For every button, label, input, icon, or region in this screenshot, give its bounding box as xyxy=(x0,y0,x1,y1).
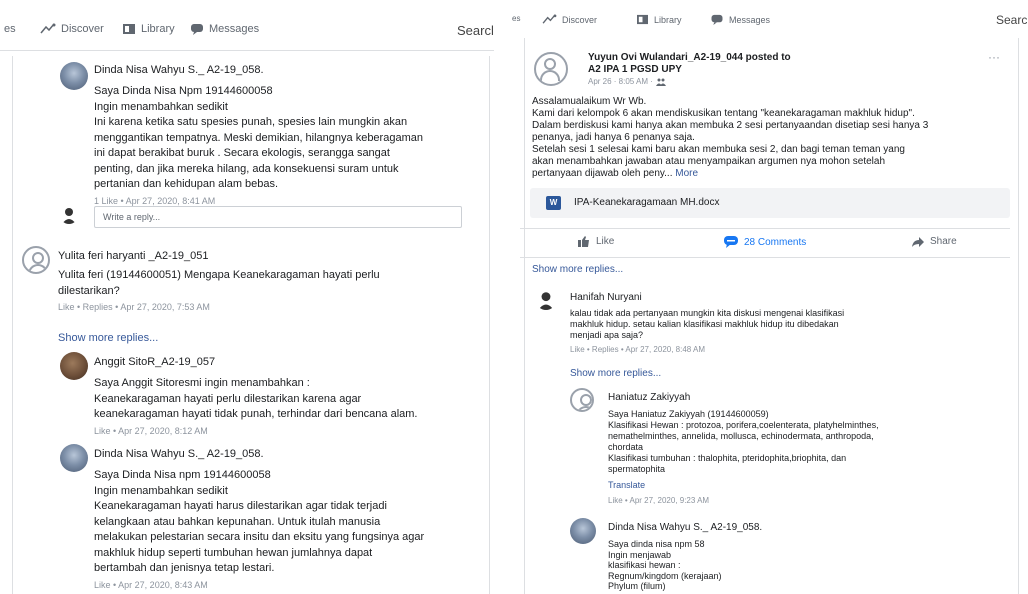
post-author-avatar[interactable] xyxy=(534,52,568,86)
search-box[interactable]: Searc xyxy=(996,13,1027,27)
nav-truncated-item[interactable]: es xyxy=(512,14,520,23)
user-avatar xyxy=(60,206,78,224)
post-date[interactable]: Apr 26 · 8:05 AM · xyxy=(588,77,653,86)
right-screenshot-panel: es Discover Library Messages Searc Yuyun… xyxy=(510,0,1028,594)
discover-icon xyxy=(40,23,56,34)
post-text: Assalamualaikum Wr Wb. Kami dari kelompo… xyxy=(532,96,929,179)
comment-text: kalau tidak ada pertanyaan mungkin kita … xyxy=(570,308,845,340)
default-avatar-icon[interactable] xyxy=(22,246,50,274)
show-more-replies-link[interactable]: Show more replies... xyxy=(570,368,661,379)
gutter xyxy=(494,0,510,594)
avatar[interactable] xyxy=(570,518,596,544)
nav-messages[interactable]: Messages xyxy=(710,14,770,25)
comment-meta[interactable]: Like • Apr 27, 2020, 9:23 AM xyxy=(608,496,1008,505)
comment-meta[interactable]: Like • Replies • Apr 27, 2020, 8:48 AM xyxy=(570,345,1000,354)
right-divider xyxy=(1018,38,1019,594)
post-more-link[interactable]: More xyxy=(675,168,698,179)
post-group[interactable]: A2 IPA 1 PGSD UPY xyxy=(588,64,682,75)
left-screenshot-panel: es Discover Library Messages Searcl Dind… xyxy=(0,0,494,594)
library-icon xyxy=(123,24,135,34)
reply-comment: Anggit SitoR_A2-19_057 Saya Anggit Sitor… xyxy=(94,356,484,436)
nav-discover[interactable]: Discover xyxy=(40,23,104,35)
comments-label: 28 Comments xyxy=(744,236,807,248)
search-box[interactable]: Searcl xyxy=(457,23,494,38)
comment-meta[interactable]: Like • Replies • Apr 27, 2020, 7:53 AM xyxy=(58,302,478,312)
like-label: Like xyxy=(596,236,615,247)
avatar[interactable] xyxy=(60,444,88,472)
comment-text: Saya Dinda Nisa Npm 19144600058 Ingin me… xyxy=(94,85,423,190)
left-divider xyxy=(524,38,525,594)
attachment-name: IPA-Keanekaragamaan MH.docx xyxy=(574,197,720,208)
comment-author[interactable]: Dinda Nisa Wahyu S._ A2-19_058. xyxy=(608,522,1008,533)
left-divider xyxy=(12,56,13,594)
avatar[interactable] xyxy=(60,352,88,380)
reply-comment: Dinda Nisa Wahyu S._ A2-19_058. Saya Din… xyxy=(94,448,484,590)
comment-meta[interactable]: Like • Apr 27, 2020, 8:12 AM xyxy=(94,426,484,436)
comment-author[interactable]: Dinda Nisa Wahyu S._ A2-19_058. xyxy=(94,64,484,76)
user-silhouette-icon xyxy=(62,208,76,224)
discover-icon xyxy=(542,14,557,24)
comment-text: Saya Haniatuz Zakiyyah (19144600059) Kla… xyxy=(608,409,879,474)
default-avatar-icon[interactable] xyxy=(570,388,594,412)
post-options-icon[interactable]: ··· xyxy=(988,50,1000,64)
nav-library-label: Library xyxy=(141,23,175,35)
nav-messages[interactable]: Messages xyxy=(190,23,259,35)
post-actions-bar: Like 28 Comments Share xyxy=(520,228,1010,258)
reply-input[interactable]: Write a reply... xyxy=(94,206,462,228)
top-nav: es Discover Library Messages Searc xyxy=(510,0,1028,38)
messages-icon xyxy=(191,24,203,35)
share-button[interactable]: Share xyxy=(912,236,957,247)
comment-author[interactable]: Haniatuz Zakiyyah xyxy=(608,392,1008,403)
comment-text: Saya Anggit Sitoresmi ingin menambahkan … xyxy=(94,377,418,420)
comment-author[interactable]: Dinda Nisa Wahyu S._ A2-19_058. xyxy=(94,448,484,460)
post-author-line[interactable]: Yuyun Ovi Wulandari_A2-19_044 posted to xyxy=(588,52,791,63)
nav-library[interactable]: Library xyxy=(122,23,175,35)
comment-meta[interactable]: 1 Like • Apr 27, 2020, 8:41 AM xyxy=(94,196,484,206)
nav-truncated-item[interactable]: es xyxy=(4,23,16,35)
comment-text: Saya Dinda Nisa npm 19144600058 Ingin me… xyxy=(94,469,425,574)
nav-messages-label: Messages xyxy=(729,14,771,25)
messages-icon xyxy=(711,14,723,25)
user-silhouette-icon xyxy=(538,292,554,310)
comment-meta[interactable]: Like • Apr 27, 2020, 8:43 AM xyxy=(94,580,484,590)
share-arrow-icon xyxy=(912,236,924,247)
nav-library-label: Library xyxy=(654,14,682,25)
show-more-replies-link[interactable]: Show more replies... xyxy=(532,264,623,275)
reply-comment: Dinda Nisa Wahyu S._ A2-19_058. Saya din… xyxy=(608,522,1008,592)
translate-link[interactable]: Translate xyxy=(608,480,1008,490)
nav-library[interactable]: Library xyxy=(636,14,682,25)
post-date-row: Apr 26 · 8:05 AM · xyxy=(588,77,666,86)
group-privacy-icon xyxy=(655,78,666,86)
thumbs-up-icon xyxy=(578,236,589,247)
comment-bubble-icon xyxy=(724,236,738,248)
right-divider xyxy=(489,56,490,594)
word-doc-icon: W xyxy=(546,196,561,210)
show-more-replies-link[interactable]: Show more replies... xyxy=(58,332,158,344)
library-icon xyxy=(637,14,648,25)
comment-author[interactable]: Hanifah Nuryani xyxy=(570,292,1000,303)
comment: Yulita feri haryanti _A2-19_051 Yulita f… xyxy=(58,250,478,312)
like-button[interactable]: Like xyxy=(578,236,614,247)
comments-button[interactable]: 28 Comments xyxy=(724,236,806,248)
comment-text: Yulita feri (19144600051) Mengapa Keanek… xyxy=(58,269,380,297)
nav-discover-label: Discover xyxy=(562,14,598,25)
comment-author[interactable]: Yulita feri haryanti _A2-19_051 xyxy=(58,250,478,262)
nav-messages-label: Messages xyxy=(209,23,260,35)
top-nav: es Discover Library Messages Searcl xyxy=(0,10,494,51)
avatar[interactable] xyxy=(536,290,556,310)
post-body: Assalamualaikum Wr Wb. Kami dari kelompo… xyxy=(532,96,1018,180)
reply-comment: Haniatuz Zakiyyah Saya Haniatuz Zakiyyah… xyxy=(608,392,1008,505)
comment-author[interactable]: Anggit SitoR_A2-19_057 xyxy=(94,356,484,368)
comment-text: Saya dinda nisa npm 58 Ingin menjawab kl… xyxy=(608,539,722,591)
reply-comment: Dinda Nisa Wahyu S._ A2-19_058. Saya Din… xyxy=(94,64,484,206)
attachment[interactable]: W IPA-Keanekaragamaan MH.docx xyxy=(530,188,1010,218)
comment: Hanifah Nuryani kalau tidak ada pertanya… xyxy=(570,292,1000,354)
avatar[interactable] xyxy=(60,62,88,90)
nav-discover-label: Discover xyxy=(61,23,104,35)
nav-discover[interactable]: Discover xyxy=(542,14,597,25)
share-label: Share xyxy=(930,236,957,247)
